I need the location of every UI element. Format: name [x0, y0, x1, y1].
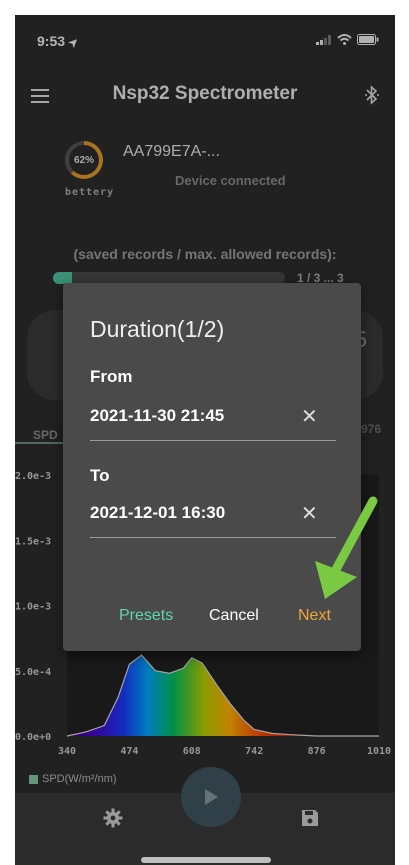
phone-screen: 9:53 ➤ Nsp32 Spectrometer 62% bettery AA… [15, 15, 395, 865]
cancel-button[interactable]: Cancel [209, 607, 259, 625]
from-label: From [90, 367, 133, 386]
next-button[interactable]: Next [298, 607, 331, 625]
to-underline [90, 537, 336, 538]
to-date-field[interactable]: 2021-12-01 16:30 [90, 503, 225, 523]
clear-from-icon[interactable]: ✕ [301, 404, 318, 429]
presets-button[interactable]: Presets [119, 607, 173, 625]
to-label: To [90, 466, 110, 485]
from-underline [90, 440, 336, 441]
dialog-title: Duration(1/2) [90, 316, 225, 342]
from-date-field[interactable]: 2021-11-30 21:45 [90, 406, 224, 426]
pointer-arrow-icon [315, 496, 378, 599]
